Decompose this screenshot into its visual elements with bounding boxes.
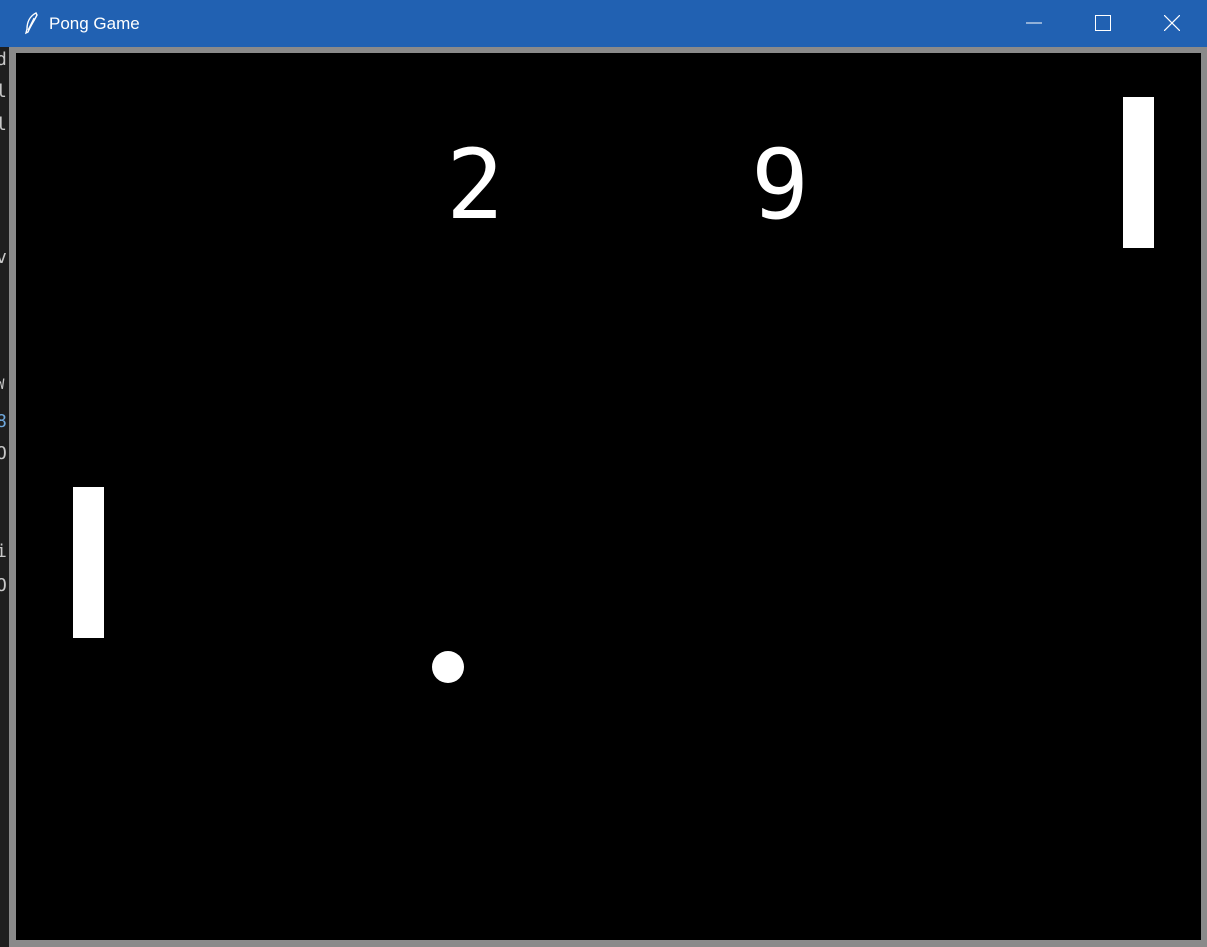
game-canvas[interactable]: 2 9 bbox=[16, 53, 1201, 940]
ball bbox=[432, 651, 464, 683]
behind-text: i bbox=[0, 541, 7, 562]
right-paddle bbox=[1123, 97, 1154, 248]
maximize-icon bbox=[1095, 15, 1111, 31]
feather-icon bbox=[22, 11, 42, 35]
minimize-button[interactable] bbox=[999, 0, 1069, 47]
player-a-score: 2 bbox=[446, 129, 504, 241]
left-paddle bbox=[73, 487, 104, 638]
window-title: Pong Game bbox=[49, 14, 140, 33]
behind-text: O bbox=[0, 575, 7, 596]
behind-text: d bbox=[0, 49, 7, 70]
close-icon bbox=[1164, 15, 1180, 31]
background-editor-edge: d l l v W 8 O i O bbox=[0, 47, 9, 947]
behind-text: W bbox=[0, 377, 5, 393]
close-button[interactable] bbox=[1137, 0, 1207, 47]
behind-text: v bbox=[0, 247, 7, 268]
behind-text: O bbox=[0, 443, 7, 464]
title-bar[interactable]: Pong Game bbox=[0, 0, 1207, 47]
maximize-button[interactable] bbox=[1068, 0, 1138, 47]
behind-text: l bbox=[0, 81, 7, 102]
app-window: Pong Game d l l v W 8 O i O 2 9 bbox=[0, 0, 1207, 947]
behind-text: 8 bbox=[0, 411, 7, 432]
minimize-icon bbox=[1026, 22, 1042, 24]
player-b-score: 9 bbox=[751, 129, 809, 241]
behind-text: l bbox=[0, 114, 7, 135]
